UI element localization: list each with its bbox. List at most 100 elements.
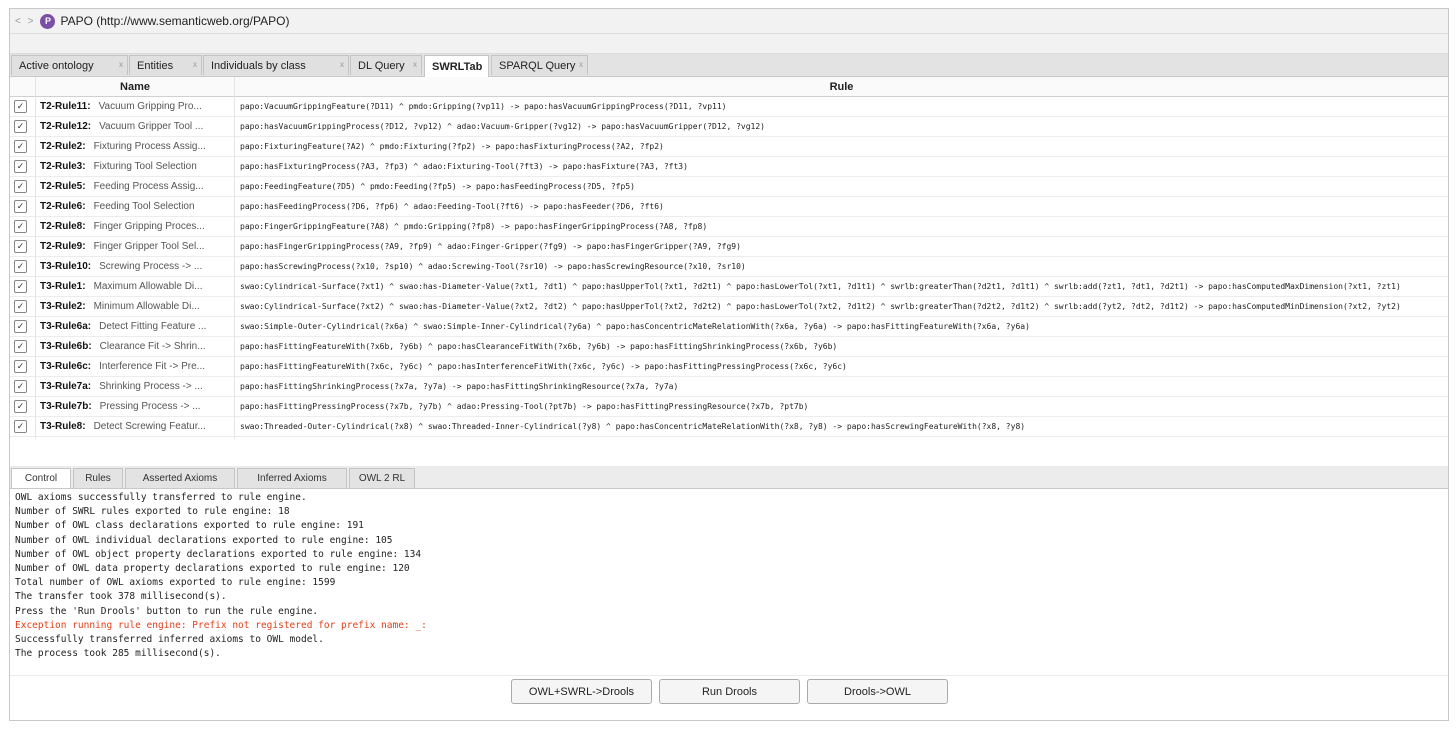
table-row[interactable]: ✓ T2-Rule11: Vacuum Gripping Pro... papo:Va… (10, 97, 1448, 117)
enabled-checkbox[interactable]: ✓ (14, 240, 27, 253)
rule-name-cell: T2-Rule3: Fixturing Tool Selection (40, 157, 232, 176)
column-divider (35, 77, 36, 439)
table-row[interactable]: ✓ T2-Rule12: Vacuum Gripper Tool ... papo:h… (10, 117, 1448, 137)
tab-label: Entities (137, 59, 174, 72)
tab-label: SPARQL Query (499, 59, 576, 72)
table-row[interactable]: ✓ T2-Rule9: Finger Gripper Tool Sel... papo… (10, 237, 1448, 257)
rule-name-cell: T2-Rule11: Vacuum Gripping Pro... (40, 97, 232, 116)
rule-body: papo:hasFittingPressingProcess(?x7b, ?y7… (240, 402, 809, 411)
enabled-checkbox[interactable]: ✓ (14, 200, 27, 213)
run-drools-button[interactable]: Run Drools (659, 679, 800, 704)
rule-body: papo:VacuumGrippingFeature(?D11) ^ pmdo:… (240, 102, 727, 111)
app-window: < > P PAPO (http://www.semanticweb.org/P… (9, 8, 1449, 721)
enabled-checkbox[interactable]: ✓ (14, 220, 27, 233)
enabled-checkbox[interactable]: ✓ (14, 280, 27, 293)
table-row[interactable]: ✓ T3-Rule8: Detect Screwing Featur... swao:… (10, 417, 1448, 437)
table-row[interactable]: ✓ T3-Rule1: Maximum Allowable Di... swao:Cy… (10, 277, 1448, 297)
console-line: Number of OWL class declarations exporte… (15, 520, 364, 532)
protege-logo-icon: P (40, 13, 56, 29)
rule-comment: Finger Gripper Tool Sel... (93, 241, 205, 252)
enabled-checkbox[interactable]: ✓ (14, 400, 27, 413)
rule-id: T2-Rule11: (40, 101, 91, 112)
table-row[interactable]: ✓ T3-Rule6c: Interference Fit -> Pre... pap… (10, 357, 1448, 377)
table-row[interactable]: ✓ T3-Rule10: Screwing Process -> ... papo:h… (10, 257, 1448, 277)
tab-inferred-axioms[interactable]: Inferred Axioms (237, 468, 347, 488)
table-row[interactable]: ✓ T2-Rule2: Fixturing Process Assig... papo… (10, 137, 1448, 157)
table-row[interactable]: ✓ T2-Rule8: Finger Gripping Proces... papo:… (10, 217, 1448, 237)
table-row[interactable]: ✓ T2-Rule5: Feeding Process Assig... papo:F… (10, 177, 1448, 197)
enabled-checkbox[interactable]: ✓ (14, 260, 27, 273)
enabled-checkbox[interactable]: ✓ (14, 340, 27, 353)
tab-control[interactable]: Control (11, 468, 71, 488)
table-row[interactable]: ✓ T2-Rule3: Fixturing Tool Selection papo:h… (10, 157, 1448, 177)
tab-sparql-query[interactable]: SPARQL Query x (491, 55, 588, 75)
rule-comment: Feeding Process Assig... (93, 181, 204, 192)
table-row[interactable]: ✓ T3-Rule2: Minimum Allowable Di... swao:Cy… (10, 297, 1448, 317)
table-row[interactable]: ✓ T3-Rule6b: Clearance Fit -> Shrin... papo… (10, 337, 1448, 357)
rule-id: T3-Rule1: (40, 281, 86, 292)
tab-individuals-by-class[interactable]: Individuals by class x (203, 55, 349, 75)
rules-table-header: Name Rule (10, 77, 1448, 97)
rule-name-cell: T3-Rule9:Screwing Feature -> Sc... (40, 437, 232, 439)
rule-body: swao:Simple-Outer-Cylindrical(?x6a) ^ sw… (240, 322, 1030, 331)
rule-comment: Pressing Process -> ... (99, 401, 201, 412)
enabled-checkbox[interactable]: ✓ (14, 420, 27, 433)
owl-swrl-to-drools-button[interactable]: OWL+SWRL->Drools (511, 679, 652, 704)
console-line: OWL axioms successfully transferred to r… (15, 492, 307, 503)
header-enabled-column[interactable] (10, 77, 36, 96)
header-name[interactable]: Name (36, 77, 235, 96)
enabled-checkbox[interactable]: ✓ (14, 360, 27, 373)
table-row[interactable]: ✓T3-Rule9:Screwing Feature -> Sc...papo:… (10, 437, 1448, 439)
rule-name-cell: T2-Rule5: Feeding Process Assig... (40, 177, 232, 196)
tab-entities[interactable]: Entities x (129, 55, 202, 75)
control-console: OWL axioms successfully transferred to r… (10, 489, 1448, 676)
rule-id: T2-Rule6: (40, 201, 86, 212)
console-line: The process took 285 millisecond(s). (15, 648, 221, 660)
rule-comment: Detect Screwing Featur... (93, 421, 206, 432)
enabled-checkbox[interactable]: ✓ (14, 140, 27, 153)
tab-swrltab[interactable]: SWRLTab (424, 55, 489, 77)
tab-label: Active ontology (19, 59, 94, 72)
column-divider (234, 77, 235, 439)
tab-dl-query[interactable]: DL Query x (350, 55, 422, 75)
enabled-checkbox[interactable]: ✓ (14, 120, 27, 133)
rule-comment: Vacuum Gripper Tool ... (99, 121, 204, 132)
rule-body: papo:FeedingFeature(?D5) ^ pmdo:Feeding(… (240, 182, 635, 191)
console-line: Successfully transferred inferred axioms… (15, 634, 324, 645)
table-row[interactable]: ✓ T3-Rule7b: Pressing Process -> ... papo:h… (10, 397, 1448, 417)
rule-comment: Shrinking Process -> ... (99, 381, 203, 392)
rule-comment: Fixturing Process Assig... (93, 141, 206, 152)
close-icon[interactable]: x (579, 60, 583, 69)
rule-body: papo:hasScrewingFeatureWith(?x9, ?y9) ^ … (240, 437, 1448, 439)
tab-rules[interactable]: Rules (73, 468, 123, 488)
ontology-title: PAPO (http://www.semanticweb.org/PAPO) (60, 14, 290, 28)
tab-asserted-axioms[interactable]: Asserted Axioms (125, 468, 235, 488)
table-row[interactable]: ✓ T2-Rule6: Feeding Tool Selection papo:has… (10, 197, 1448, 217)
enabled-checkbox[interactable]: ✓ (14, 100, 27, 113)
rule-id: T2-Rule5: (40, 181, 86, 192)
close-icon[interactable]: x (413, 60, 417, 69)
rule-name-cell: T3-Rule1: Maximum Allowable Di... (40, 277, 232, 296)
table-row[interactable]: ✓ T3-Rule7a: Shrinking Process -> ... papo:… (10, 377, 1448, 397)
drools-to-owl-button[interactable]: Drools->OWL (807, 679, 948, 704)
enabled-checkbox[interactable]: ✓ (14, 180, 27, 193)
rule-name-cell: T3-Rule2: Minimum Allowable Di... (40, 297, 232, 316)
close-icon[interactable]: x (119, 60, 123, 69)
enabled-checkbox[interactable]: ✓ (14, 160, 27, 173)
rule-comment: Clearance Fit -> Shrin... (99, 341, 206, 352)
header-rule[interactable]: Rule (235, 77, 1448, 96)
close-icon[interactable]: x (340, 60, 344, 69)
rule-name-cell: T2-Rule9: Finger Gripper Tool Sel... (40, 237, 232, 256)
enabled-checkbox[interactable]: ✓ (14, 380, 27, 393)
back-forward-arrows-icon[interactable]: < > (15, 16, 35, 27)
rule-comment: Maximum Allowable Di... (93, 281, 203, 292)
tab-owl2rl[interactable]: OWL 2 RL (349, 468, 415, 488)
rule-name-cell: T3-Rule10: Screwing Process -> ... (40, 257, 232, 276)
tab-active-ontology[interactable]: Active ontology x (11, 55, 128, 75)
enabled-checkbox[interactable]: ✓ (14, 320, 27, 333)
enabled-checkbox[interactable]: ✓ (14, 300, 27, 313)
close-icon[interactable]: x (193, 60, 197, 69)
table-row[interactable]: ✓ T3-Rule6a: Detect Fitting Feature ... swa… (10, 317, 1448, 337)
rule-id: T3-Rule6b: (40, 341, 92, 352)
rule-id: T2-Rule3: (40, 161, 86, 172)
